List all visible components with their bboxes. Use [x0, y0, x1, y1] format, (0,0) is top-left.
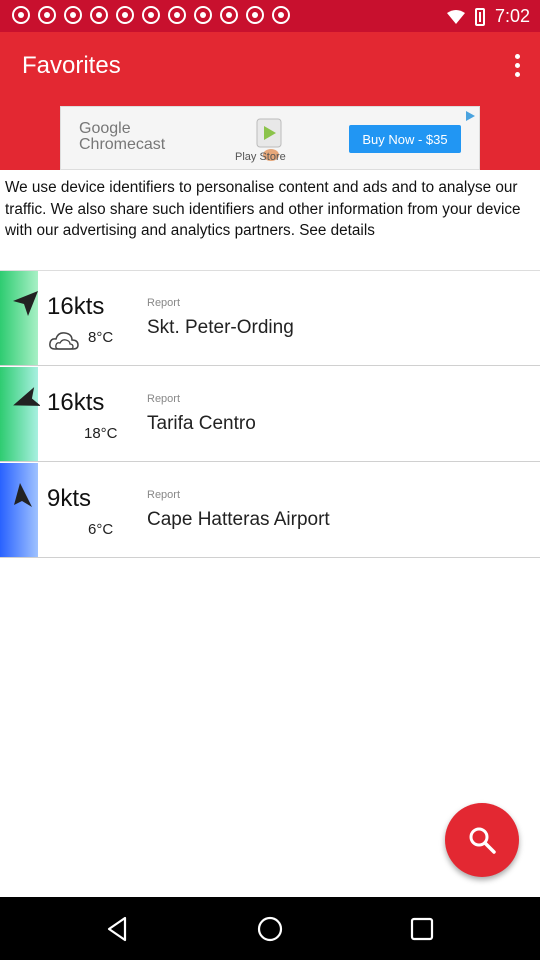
- soccer-ball-icon: [272, 6, 290, 24]
- ad-banner[interactable]: Google Chromecast Play Store Buy Now - $…: [60, 106, 480, 170]
- soccer-ball-icon: [12, 6, 30, 24]
- favorite-row[interactable]: 16kts 18°C Report Tarifa Centro: [0, 367, 540, 462]
- divider: [0, 557, 540, 558]
- notification-icons: [12, 6, 290, 24]
- search-button[interactable]: [445, 803, 519, 877]
- wind-speed: 9kts: [47, 485, 92, 512]
- status-right: 7:02: [446, 6, 530, 27]
- temperature: 18°C: [84, 425, 118, 442]
- soccer-ball-icon: [168, 6, 186, 24]
- ad-brand: Google Chromecast: [79, 120, 166, 153]
- soccer-ball-icon: [220, 6, 238, 24]
- wind-speed: 16kts: [47, 293, 105, 320]
- app-bar: Favorites: [0, 32, 540, 106]
- home-icon[interactable]: [255, 914, 285, 944]
- soccer-ball-icon: [194, 6, 212, 24]
- ad-choices-icon[interactable]: [463, 109, 477, 123]
- soccer-ball-icon: [38, 6, 56, 24]
- favorite-row[interactable]: 16kts 8°C Report Skt. Peter-Ording: [0, 271, 540, 366]
- divider: [0, 461, 540, 462]
- battery-icon: [474, 7, 485, 26]
- wind-speed: 16kts: [47, 389, 105, 416]
- back-icon[interactable]: [103, 914, 133, 944]
- soccer-ball-icon: [90, 6, 108, 24]
- report-label: Report: [147, 393, 181, 405]
- soccer-ball-icon: [64, 6, 82, 24]
- consent-notice[interactable]: We use device identifiers to personalise…: [5, 177, 533, 242]
- soccer-ball-icon: [142, 6, 160, 24]
- report-label: Report: [147, 489, 181, 501]
- spot-name: Cape Hatteras Airport: [147, 509, 330, 530]
- ad-play-label: Play Store: [235, 151, 286, 163]
- soccer-ball-icon: [246, 6, 264, 24]
- favorite-row[interactable]: 9kts 6°C Report Cape Hatteras Airport: [0, 463, 540, 558]
- wifi-icon: [446, 9, 465, 24]
- wind-direction-arrow-icon: [13, 387, 40, 406]
- soccer-ball-icon: [116, 6, 134, 24]
- search-icon: [469, 827, 496, 854]
- divider: [0, 365, 540, 366]
- temperature: 8°C: [88, 329, 114, 346]
- cloud-icon: [49, 332, 79, 350]
- buy-now-button[interactable]: Buy Now - $35: [349, 125, 461, 153]
- wind-direction-arrow-icon: [14, 483, 32, 507]
- spot-name: Tarifa Centro: [147, 413, 256, 434]
- more-vert-icon[interactable]: [512, 54, 522, 84]
- ad-banner-container: Google Chromecast Play Store Buy Now - $…: [0, 106, 540, 170]
- status-bar: 7:02: [0, 0, 540, 32]
- status-time: 7:02: [494, 6, 530, 26]
- spot-name: Skt. Peter-Ording: [147, 317, 294, 338]
- page-title: Favorites: [22, 52, 121, 79]
- recents-icon[interactable]: [407, 914, 437, 944]
- wind-direction-arrow-icon: [13, 291, 38, 316]
- report-label: Report: [147, 297, 181, 309]
- temperature: 6°C: [88, 521, 114, 538]
- system-nav-bar: [0, 897, 540, 960]
